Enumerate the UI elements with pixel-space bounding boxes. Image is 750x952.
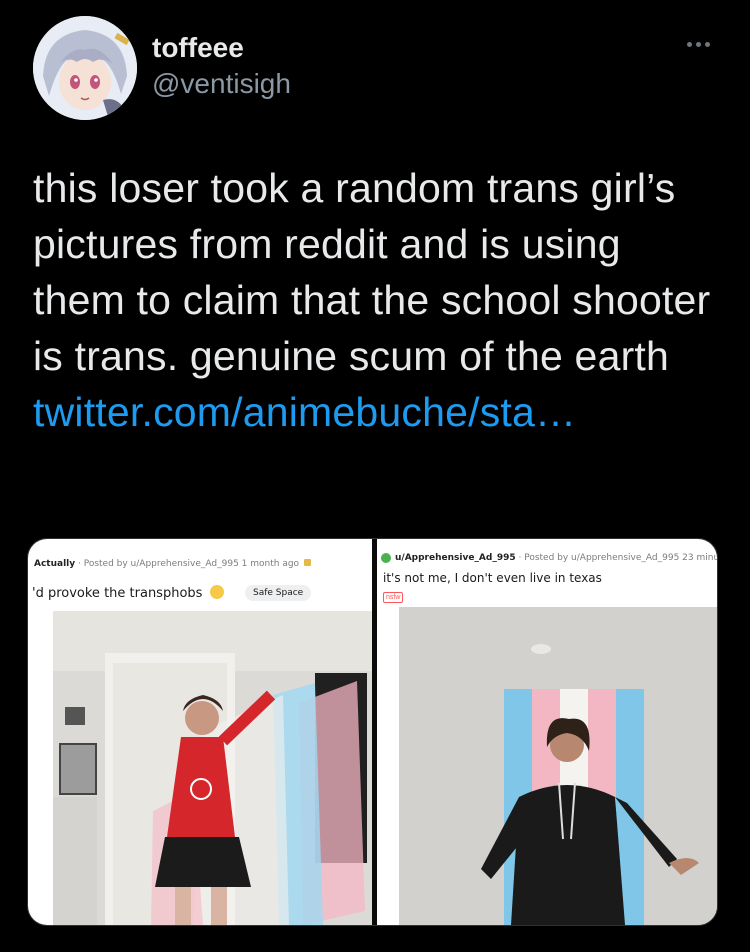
dot: [686, 41, 692, 47]
subreddit-name: Actually: [34, 559, 76, 569]
post-title-text: 'd provoke the transphobs: [32, 586, 203, 601]
anime-avatar-image: [33, 16, 137, 120]
lock-icon: [303, 559, 311, 566]
tweet-link[interactable]: twitter.com/animebuche/sta…: [33, 389, 576, 435]
posted-by: · Posted by u/Apprehensive_Ad_995 23 min…: [518, 553, 717, 563]
tweet-text: this loser took a random trans girl’s pi…: [33, 160, 723, 440]
media-image-right[interactable]: u/Apprehensive_Ad_995 · Posted by u/Appr…: [377, 539, 717, 925]
post-meta: u/Apprehensive_Ad_995 · Posted by u/Appr…: [395, 553, 717, 563]
tweet-body: this loser took a random trans girl’s pi…: [33, 165, 711, 379]
dot: [695, 41, 701, 47]
reddit-avatar-icon: [381, 553, 391, 563]
photo-left: [53, 611, 372, 925]
post-title: it's not me, I don't even live in texas: [383, 571, 602, 585]
post-username: u/Apprehensive_Ad_995: [395, 553, 516, 563]
posted-by: · Posted by u/Apprehensive_Ad_995 1 mont…: [75, 559, 300, 569]
wink-emoji-icon: [209, 585, 224, 599]
post-meta: Actually · Posted by u/Apprehensive_Ad_9…: [34, 559, 311, 569]
nsfw-tag: nsfw: [383, 592, 404, 603]
photo-right: [399, 607, 717, 925]
tweet-media[interactable]: Actually · Posted by u/Apprehensive_Ad_9…: [27, 538, 718, 926]
more-dots-icon[interactable]: [678, 30, 718, 58]
avatar[interactable]: [33, 16, 137, 120]
post-title: 'd provoke the transphobs: [32, 585, 224, 601]
display-name[interactable]: toffeee: [152, 32, 244, 64]
user-handle[interactable]: @ventisigh: [152, 68, 291, 100]
flair-badge: Safe Space: [245, 585, 312, 601]
media-image-left[interactable]: Actually · Posted by u/Apprehensive_Ad_9…: [28, 539, 372, 925]
dot: [704, 41, 710, 47]
